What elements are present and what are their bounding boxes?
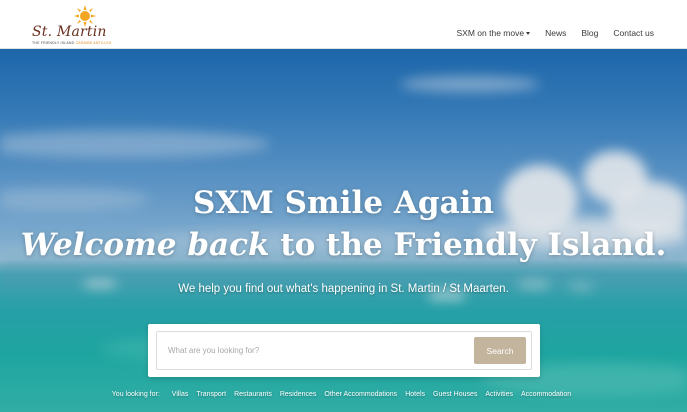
logo-tagline: THE FRIENDLY ISLAND CARAÏBE ANTILLES bbox=[32, 41, 112, 45]
site-header: St. Martin THE FRIENDLY ISLAND CARAÏBE A… bbox=[0, 0, 687, 49]
nav-item-contact-us[interactable]: Contact us bbox=[613, 28, 654, 38]
nav-item-label: SXM on the move bbox=[456, 28, 525, 38]
quick-links-label: You looking for: bbox=[111, 391, 160, 398]
quick-link-residences[interactable]: Residences bbox=[280, 391, 317, 398]
hero-headline-line1: SXM Smile Again bbox=[193, 185, 494, 221]
main-nav: SXM on the move News Blog Contact us bbox=[442, 28, 654, 38]
quick-link-activities[interactable]: Activities bbox=[485, 391, 513, 398]
search-panel: Search bbox=[148, 324, 540, 377]
quick-link-guest-houses[interactable]: Guest Houses bbox=[433, 391, 477, 398]
logo-wordmark: St. Martin bbox=[32, 24, 107, 40]
chevron-down-icon bbox=[526, 32, 531, 35]
quick-link-hotels[interactable]: Hotels bbox=[405, 391, 425, 398]
quick-link-accommodation[interactable]: Accommodation bbox=[521, 391, 571, 398]
nav-item-blog[interactable]: Blog bbox=[581, 28, 598, 38]
quick-link-other-accommodations[interactable]: Other Accommodations bbox=[324, 391, 397, 398]
nav-item-sxm-on-the-move[interactable]: SXM on the move bbox=[457, 28, 531, 38]
nav-item-label: News bbox=[545, 28, 567, 38]
hero-subheadline: We help you find out what's happening in… bbox=[178, 283, 509, 295]
search-button[interactable]: Search bbox=[474, 337, 526, 364]
nav-item-label: Contact us bbox=[613, 28, 654, 38]
hero-section: SXM Smile Again Welcome back to the Frie… bbox=[0, 49, 687, 412]
hero-headline-rest: to the Friendly Island. bbox=[269, 227, 667, 263]
quick-link-restaurants[interactable]: Restaurants bbox=[234, 391, 272, 398]
nav-item-news[interactable]: News bbox=[545, 28, 566, 38]
nav-item-label: Blog bbox=[581, 28, 599, 38]
hero-headline-emphasis: Welcome back bbox=[20, 227, 270, 263]
quick-link-villas[interactable]: Villas bbox=[172, 391, 189, 398]
quick-link-transport[interactable]: Transport bbox=[196, 391, 226, 398]
site-logo[interactable]: St. Martin THE FRIENDLY ISLAND CARAÏBE A… bbox=[28, 5, 111, 45]
quick-links: You looking for: Villas Transport Restau… bbox=[0, 391, 687, 398]
hero-headline-line2: Welcome back to the Friendly Island. bbox=[0, 227, 687, 263]
